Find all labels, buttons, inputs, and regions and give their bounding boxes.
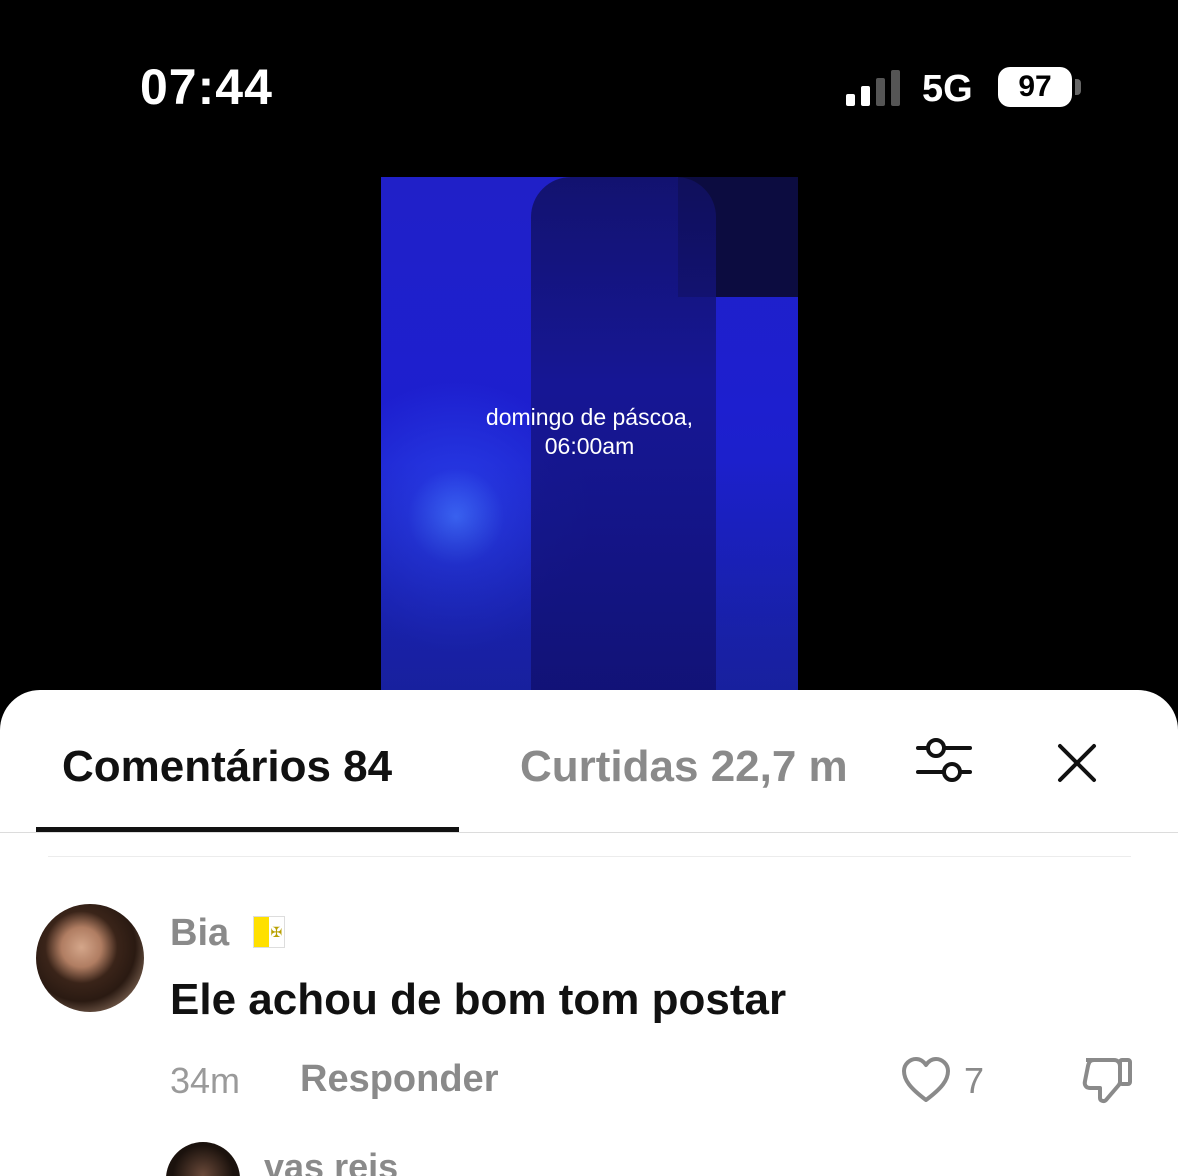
avatar[interactable]: [166, 1142, 240, 1176]
status-time: 07:44: [140, 59, 273, 115]
signal-icon: [846, 70, 906, 106]
battery-icon: 97: [998, 67, 1072, 107]
like-count: 7: [964, 1060, 985, 1101]
divider: [0, 832, 1178, 833]
video-player[interactable]: domingo de páscoa, 06:00am: [381, 177, 798, 692]
vatican-flag-icon: ✠: [253, 916, 285, 948]
comment-username[interactable]: vas reis: [264, 1146, 398, 1176]
status-bar: 07:44 5G 97: [0, 0, 1178, 150]
network-label: 5G: [922, 68, 973, 110]
avatar[interactable]: [36, 904, 144, 1012]
tab-comments[interactable]: Comentários 84: [62, 742, 392, 792]
comments-sheet: Comentários 84 Curtidas 22,7 m Bia ✠ Ele…: [0, 690, 1178, 1176]
thumbs-down-icon[interactable]: [1080, 1054, 1134, 1106]
reply-button[interactable]: Responder: [300, 1058, 498, 1101]
comment-time: 34m: [170, 1060, 241, 1101]
comment-text: Ele achou de bom tom postar: [170, 975, 787, 1024]
video-caption-line1: domingo de páscoa,: [485, 404, 694, 430]
battery-cap: [1075, 79, 1081, 95]
divider: [48, 856, 1131, 857]
close-icon[interactable]: [1052, 738, 1102, 788]
video-caption: domingo de páscoa, 06:00am: [381, 403, 798, 461]
video-caption-line2: 06:00am: [544, 433, 635, 459]
sliders-icon[interactable]: [912, 734, 976, 790]
heart-icon[interactable]: [900, 1056, 952, 1104]
comment-username[interactable]: Bia: [170, 912, 229, 955]
tab-likes[interactable]: Curtidas 22,7 m: [520, 742, 848, 792]
